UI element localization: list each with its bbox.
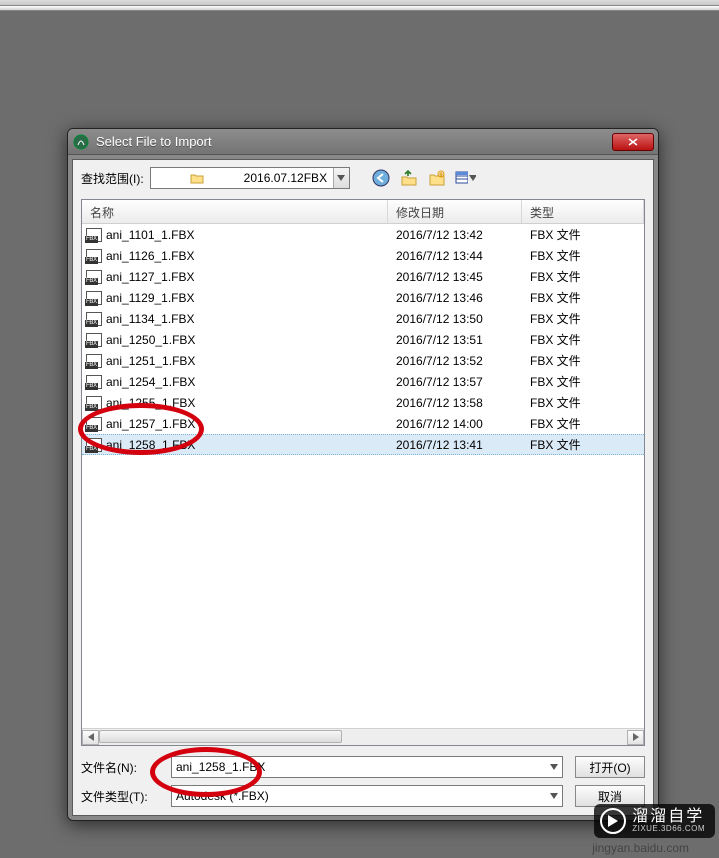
- chevron-down-icon[interactable]: [333, 168, 349, 188]
- back-button[interactable]: [370, 167, 392, 189]
- file-name: ani_1255_1.FBX: [106, 396, 195, 410]
- file-type: FBX 文件: [522, 226, 644, 243]
- up-one-level-button[interactable]: [398, 167, 420, 189]
- file-row[interactable]: ani_1127_1.FBX 2016/7/12 13:45FBX 文件: [82, 266, 644, 287]
- horizontal-scrollbar[interactable]: [82, 728, 644, 745]
- file-name: ani_1251_1.FBX: [106, 354, 195, 368]
- folder-combo[interactable]: 2016.07.12FBX: [150, 167, 350, 189]
- nav-buttons: [370, 167, 476, 189]
- file-type: FBX 文件: [522, 268, 644, 285]
- import-dialog: Select File to Import 查找范围(I): 2016.07.1…: [67, 128, 659, 821]
- fbx-file-icon: [86, 438, 102, 452]
- file-row[interactable]: ani_1254_1.FBX 2016/7/12 13:57FBX 文件: [82, 371, 644, 392]
- file-type: FBX 文件: [522, 373, 644, 390]
- column-header-name[interactable]: 名称: [82, 200, 388, 223]
- file-date: 2016/7/12 13:41: [388, 438, 522, 452]
- dialog-title: Select File to Import: [96, 134, 612, 149]
- watermark-bottom: jingyan.baidu.com: [592, 841, 689, 855]
- fbx-file-icon: [86, 249, 102, 263]
- file-row[interactable]: ani_1250_1.FBX 2016/7/12 13:51FBX 文件: [82, 329, 644, 350]
- scroll-left-button[interactable]: [82, 730, 99, 745]
- file-row[interactable]: ani_1126_1.FBX 2016/7/12 13:44FBX 文件: [82, 245, 644, 266]
- file-name: ani_1101_1.FBX: [106, 228, 195, 242]
- app-icon: [72, 133, 90, 151]
- file-date: 2016/7/12 13:57: [388, 375, 522, 389]
- fbx-file-icon: [86, 312, 102, 326]
- bottom-panel: 文件名(N): ani_1258_1.FBX 打开(O) 文件类型(T): Au…: [81, 756, 645, 807]
- watermark-main: 溜溜自学: [632, 808, 705, 826]
- scroll-track[interactable]: [99, 730, 627, 745]
- column-header-type[interactable]: 类型: [522, 200, 644, 223]
- file-date: 2016/7/12 13:52: [388, 354, 522, 368]
- file-type: FBX 文件: [522, 415, 644, 432]
- file-row[interactable]: ani_1134_1.FBX 2016/7/12 13:50FBX 文件: [82, 308, 644, 329]
- filetype-label: 文件类型(T):: [81, 788, 159, 805]
- titlebar[interactable]: Select File to Import: [68, 129, 658, 155]
- look-in-row: 查找范围(I): 2016.07.12FBX: [81, 167, 645, 189]
- file-type: FBX 文件: [522, 394, 644, 411]
- file-row[interactable]: ani_1101_1.FBX 2016/7/12 13:42FBX 文件: [82, 224, 644, 245]
- file-date: 2016/7/12 14:00: [388, 417, 522, 431]
- folder-name: 2016.07.12FBX: [242, 171, 333, 185]
- file-name: ani_1134_1.FBX: [106, 312, 195, 326]
- watermark-sub: ZIXUE.3D66.COM: [632, 825, 705, 834]
- file-type: FBX 文件: [522, 247, 644, 264]
- file-date: 2016/7/12 13:44: [388, 249, 522, 263]
- filename-value: ani_1258_1.FBX: [176, 760, 265, 774]
- file-row[interactable]: ani_1251_1.FBX 2016/7/12 13:52FBX 文件: [82, 350, 644, 371]
- file-name: ani_1257_1.FBX: [106, 417, 195, 431]
- column-header-date[interactable]: 修改日期: [388, 200, 522, 223]
- look-in-label: 查找范围(I):: [81, 170, 144, 187]
- fbx-file-icon: [86, 354, 102, 368]
- file-type: FBX 文件: [522, 289, 644, 306]
- file-row[interactable]: ani_1257_1.FBX 2016/7/12 14:00FBX 文件: [82, 413, 644, 434]
- filetype-value: Autodesk (*.FBX): [176, 789, 269, 803]
- file-type: FBX 文件: [522, 436, 644, 453]
- file-name: ani_1129_1.FBX: [106, 291, 195, 305]
- dialog-body: 查找范围(I): 2016.07.12FBX: [72, 159, 654, 816]
- fbx-file-icon: [86, 417, 102, 431]
- filetype-combo[interactable]: Autodesk (*.FBX): [171, 785, 563, 807]
- view-mode-button[interactable]: [454, 167, 476, 189]
- file-date: 2016/7/12 13:45: [388, 270, 522, 284]
- new-folder-button[interactable]: [426, 167, 448, 189]
- play-icon: [600, 808, 626, 834]
- fbx-file-icon: [86, 396, 102, 410]
- file-row[interactable]: ani_1129_1.FBX 2016/7/12 13:46FBX 文件: [82, 287, 644, 308]
- file-type: FBX 文件: [522, 331, 644, 348]
- fbx-file-icon: [86, 291, 102, 305]
- file-type: FBX 文件: [522, 310, 644, 327]
- watermark-badge: 溜溜自学 ZIXUE.3D66.COM: [594, 804, 715, 838]
- file-rows: ani_1101_1.FBX2016/7/12 13:42FBX 文件ani_1…: [82, 224, 644, 728]
- file-type: FBX 文件: [522, 352, 644, 369]
- file-name: ani_1127_1.FBX: [106, 270, 195, 284]
- filename-label: 文件名(N):: [81, 759, 159, 776]
- file-list: 名称 修改日期 类型 ani_1101_1.FBX 2016/7/12 13:42…: [81, 199, 645, 746]
- fbx-file-icon: [86, 228, 102, 242]
- fbx-file-icon: [86, 270, 102, 284]
- fbx-file-icon: [86, 375, 102, 389]
- close-button[interactable]: [612, 133, 654, 151]
- file-date: 2016/7/12 13:58: [388, 396, 522, 410]
- file-name: ani_1254_1.FBX: [106, 375, 195, 389]
- file-row[interactable]: ani_1255_1.FBX 2016/7/12 13:58FBX 文件: [82, 392, 644, 413]
- scroll-thumb[interactable]: [99, 730, 342, 743]
- fbx-file-icon: [86, 333, 102, 347]
- file-date: 2016/7/12 13:42: [388, 228, 522, 242]
- app-ruler: [0, 6, 719, 11]
- file-name: ani_1126_1.FBX: [106, 249, 195, 263]
- filename-combo[interactable]: ani_1258_1.FBX: [171, 756, 563, 778]
- file-name: ani_1258_1.FBX: [106, 438, 195, 452]
- file-name: ani_1250_1.FBX: [106, 333, 195, 347]
- folder-icon: [151, 172, 242, 184]
- file-date: 2016/7/12 13:50: [388, 312, 522, 326]
- scroll-right-button[interactable]: [627, 730, 644, 745]
- list-header[interactable]: 名称 修改日期 类型: [82, 200, 644, 224]
- file-date: 2016/7/12 13:51: [388, 333, 522, 347]
- file-row[interactable]: ani_1258_1.FBX 2016/7/12 13:41FBX 文件: [82, 434, 644, 455]
- file-date: 2016/7/12 13:46: [388, 291, 522, 305]
- open-button[interactable]: 打开(O): [575, 756, 645, 778]
